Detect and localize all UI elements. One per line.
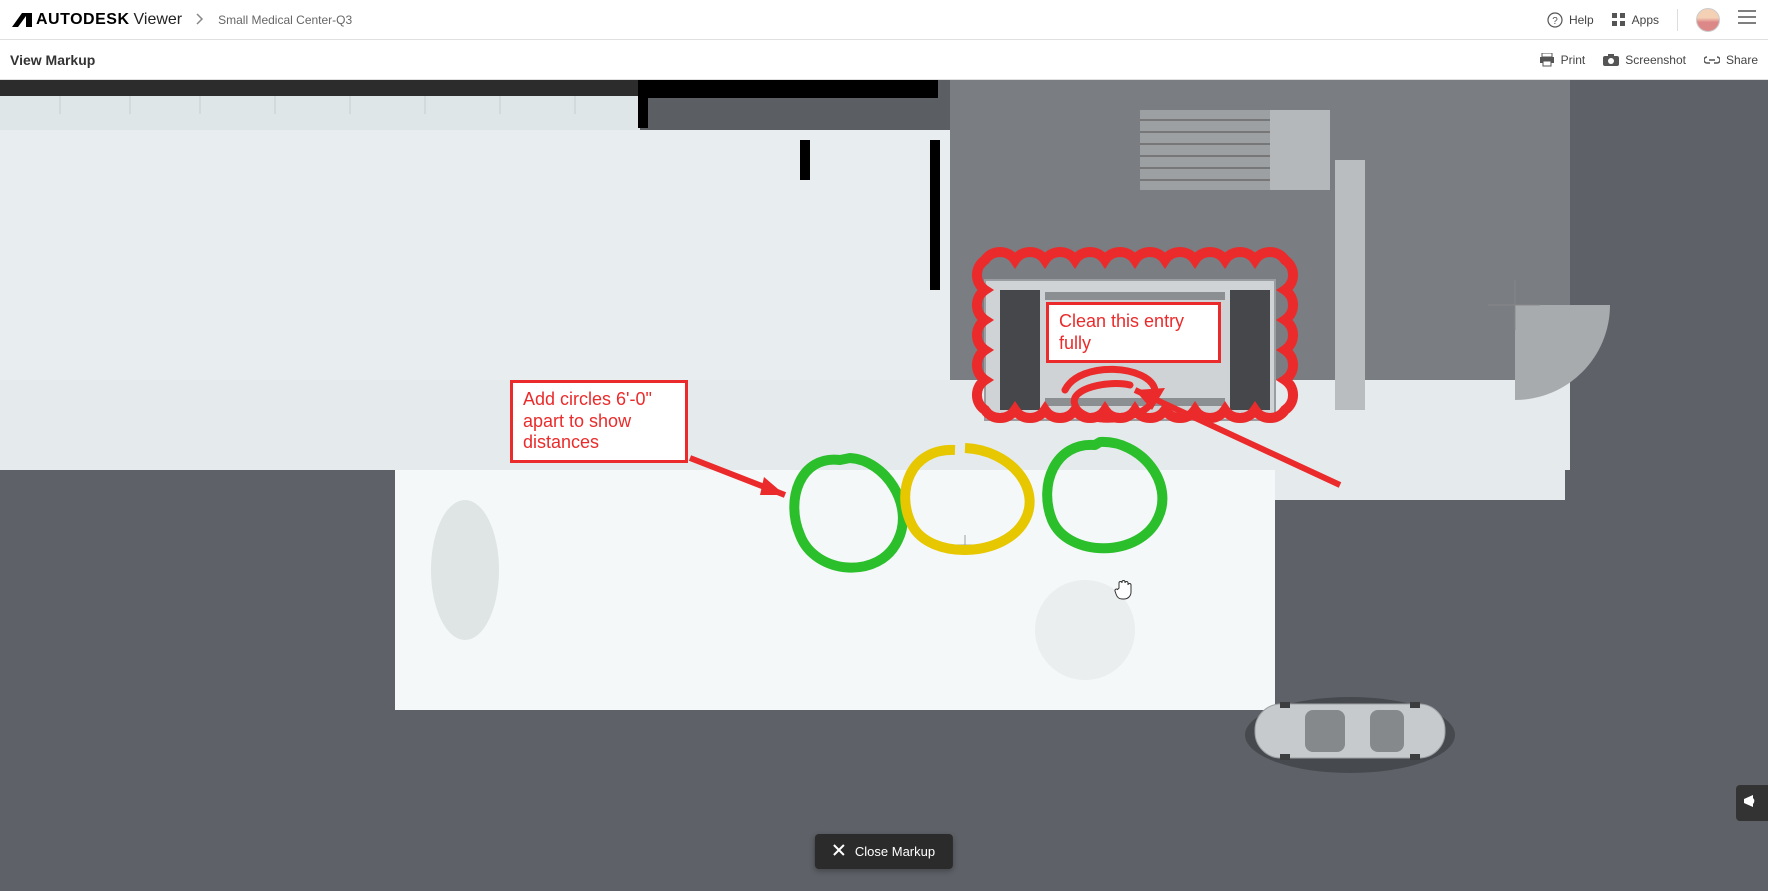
print-label: Print [1561,53,1586,67]
apps-button[interactable]: Apps [1612,13,1659,27]
print-button[interactable]: Print [1539,53,1586,67]
chevron-right-icon [196,12,204,28]
link-icon [1704,55,1720,65]
subheader-actions: Print Screenshot Share [1539,53,1758,67]
markup-text-entry-content: Clean this entry fully [1059,311,1184,353]
brand-product: Viewer [134,11,183,29]
subheader: View Markup Print Screenshot Share [0,40,1768,80]
app-header: AUTODESK Viewer Small Medical Center-Q3 … [0,0,1768,40]
brand-name: AUTODESK [36,11,130,29]
camera-icon [1603,54,1619,66]
help-label: Help [1569,13,1594,27]
brand-logo[interactable]: AUTODESK Viewer [12,11,182,29]
markup-text-circles-content: Add circles 6'-0" apart to show distance… [523,389,652,452]
menu-button[interactable] [1738,10,1756,29]
markup-text-circles[interactable]: Add circles 6'-0" apart to show distance… [510,380,688,463]
help-icon: ? [1547,12,1563,28]
floorplan-render [0,80,1768,891]
share-button[interactable]: Share [1704,53,1758,67]
screenshot-button[interactable]: Screenshot [1603,53,1686,67]
viewer-canvas[interactable]: Add circles 6'-0" apart to show distance… [0,80,1768,891]
apps-label: Apps [1632,13,1659,27]
autodesk-logo-icon [12,13,32,27]
share-label: Share [1726,53,1758,67]
page-title: View Markup [10,52,95,68]
feedback-button[interactable] [1736,785,1768,821]
print-icon [1539,53,1555,67]
help-button[interactable]: ? Help [1547,12,1594,28]
megaphone-icon [1743,793,1761,814]
header-right: ? Help Apps [1547,8,1756,32]
apps-grid-icon [1612,13,1626,27]
header-divider [1677,9,1678,31]
screenshot-label: Screenshot [1625,53,1686,67]
svg-text:?: ? [1552,16,1558,27]
user-avatar[interactable] [1696,8,1720,32]
breadcrumb-filename[interactable]: Small Medical Center-Q3 [218,13,352,27]
pan-cursor-icon [1113,578,1133,605]
close-markup-label: Close Markup [855,844,935,859]
close-markup-button[interactable]: Close Markup [815,834,953,869]
close-icon [833,844,845,859]
header-left: AUTODESK Viewer Small Medical Center-Q3 [12,11,352,29]
markup-text-entry[interactable]: Clean this entry fully [1046,302,1221,363]
